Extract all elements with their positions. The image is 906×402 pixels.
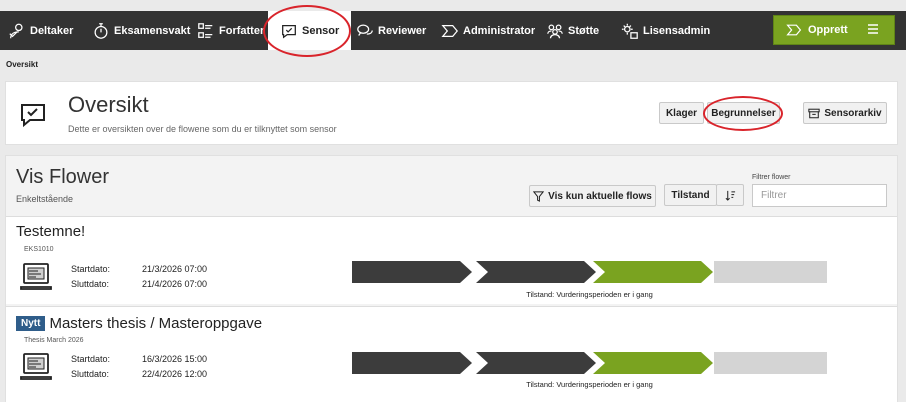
flow-icon: [786, 24, 802, 36]
flow-state: Tilstand: Vurderingsperioden er i gang: [526, 380, 653, 389]
start-date: 21/3/2026 07:00: [142, 264, 208, 274]
sort-direction-button[interactable]: [716, 184, 744, 206]
panel-subtitle: Enkeltstående: [16, 194, 74, 204]
nav-administrator[interactable]: Administrator: [441, 11, 535, 50]
filter-label: Filtrer flower: [752, 174, 791, 181]
create-button[interactable]: Opprett: [773, 15, 895, 45]
start-date: 16/3/2026 15:00: [142, 354, 208, 364]
flow-code: Thesis March 2026: [24, 337, 84, 344]
nav-deltaker[interactable]: Deltaker: [8, 11, 73, 50]
end-label: Sluttdato:: [71, 279, 110, 289]
phase-arrow: [352, 261, 472, 283]
filter-current-label: Vis kun aktuelle flows: [548, 190, 652, 202]
current-flows-filter-button[interactable]: Vis kun aktuelle flows: [529, 185, 656, 207]
nav-eksamensvakt[interactable]: Eksamensvakt: [92, 11, 190, 50]
laptop-icon: [20, 353, 52, 380]
flow-state: Tilstand: Vurderingsperioden er i gang: [526, 290, 653, 299]
phase-arrow: [476, 352, 596, 374]
funnel-icon: [533, 190, 545, 202]
phase-arrow: [714, 352, 827, 374]
flow-icon: [441, 24, 459, 37]
begrunnelser-button[interactable]: Begrunnelser: [707, 102, 780, 124]
nav-forfatter[interactable]: Forfatter: [197, 11, 264, 50]
nav-label: Reviewer: [378, 24, 427, 37]
sensorarkiv-button[interactable]: Sensorarkiv: [803, 102, 887, 124]
archive-icon: [808, 108, 821, 118]
header-card: Oversikt Dette er oversikten over de flo…: [5, 81, 898, 145]
flows-panel: Vis Flower Enkeltstående Vis kun aktuell…: [5, 155, 898, 402]
checklist-icon: [198, 22, 213, 38]
end-label: Sluttdato:: [71, 369, 110, 379]
create-label: Opprett: [808, 24, 848, 36]
start-label: Startdato:: [71, 264, 111, 274]
speech-bubbles-icon: [357, 24, 373, 36]
end-date: 22/4/2026 12:00: [142, 369, 208, 379]
nav-stotte[interactable]: Støtte: [546, 11, 599, 50]
sensorarkiv-label: Sensorarkiv: [824, 107, 882, 119]
panel-title: Vis Flower: [16, 166, 109, 188]
flow-phase-progress: [352, 261, 827, 283]
nav-reviewer[interactable]: Reviewer: [356, 11, 426, 50]
flow-code: EKS1010: [24, 246, 54, 253]
phase-arrow: [593, 352, 713, 374]
nav-label: Støtte: [568, 24, 600, 37]
flow-card-masters-thesis[interactable]: Nytt Masters thesis / Masteroppgave Thesi…: [6, 306, 897, 402]
flow-card-testemne[interactable]: Testemne! EKS1010 Startdato: 21/3/2026 0…: [6, 216, 897, 304]
nav-label: Sensor: [302, 24, 340, 37]
hamburger-icon[interactable]: [866, 22, 880, 36]
speech-check-icon: [21, 104, 45, 128]
phase-arrow: [476, 261, 596, 283]
begrunnelser-label: Begrunnelser: [711, 107, 776, 119]
breadcrumb: Oversikt: [6, 60, 39, 69]
flow-title[interactable]: Nytt Masters thesis / Masteroppgave: [16, 315, 262, 332]
sort-tilstand-button[interactable]: Tilstand: [664, 184, 717, 206]
nav-sensor[interactable]: Sensor: [268, 11, 352, 50]
phase-arrow: [593, 261, 713, 283]
people-icon: [547, 24, 563, 38]
page-subtitle: Dette er oversikten over de flowene som …: [68, 124, 337, 134]
nav-lisensadmin[interactable]: Lisensadmin: [621, 11, 710, 50]
phase-arrow: [714, 261, 827, 283]
flow-phase-progress: [352, 352, 827, 374]
top-navigation: Deltaker Eksamensvakt Forfatter Sensor R…: [0, 0, 906, 62]
start-label: Startdato:: [71, 354, 111, 364]
nav-label: Forfatter: [219, 24, 265, 37]
flow-title[interactable]: Testemne!: [16, 223, 85, 240]
laptop-icon: [20, 263, 52, 290]
flow-title-text: Masters thesis / Masteroppgave: [49, 315, 263, 332]
end-date: 21/4/2026 07:00: [142, 279, 208, 289]
nav-label: Lisensadmin: [643, 24, 711, 37]
participant-icon: [9, 23, 23, 38]
filter-input[interactable]: Filtrer: [752, 184, 887, 207]
speech-check-icon: [282, 24, 296, 39]
page-title: Oversikt: [68, 92, 149, 117]
nav-label: Administrator: [463, 24, 536, 37]
phase-arrow: [352, 352, 472, 374]
nav-label: Deltaker: [30, 24, 74, 37]
sort-descending-icon: [725, 190, 735, 201]
nav-label: Eksamensvakt: [114, 24, 191, 37]
new-badge: Nytt: [16, 316, 46, 331]
klager-label: Klager: [665, 107, 698, 119]
sort-label: Tilstand: [671, 189, 710, 201]
klager-button[interactable]: Klager: [659, 102, 704, 124]
puzzle-gear-icon: [621, 23, 638, 39]
stopwatch-icon: [94, 22, 108, 39]
